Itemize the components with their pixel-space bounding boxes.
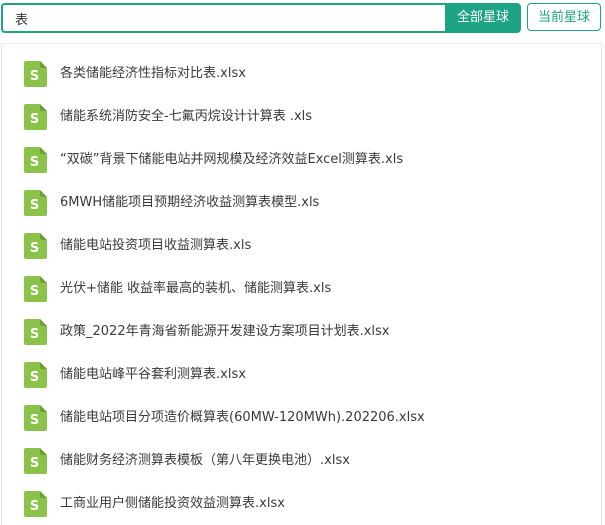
search-results-panel: S 各类储能经济性指标对比表.xlsx S 储能系统消防安全-七氟丙烷设计计算表 .x… bbox=[1, 43, 602, 525]
search-result-item[interactable]: S 光伏+储能 收益率最高的装机、储能测算表.xls bbox=[24, 275, 331, 303]
search-result-item[interactable]: S 储能电站项目分项造价概算表(60MW-120MWh).202206.xlsx bbox=[24, 404, 425, 432]
search-bar: 全部星球 当前星球 bbox=[0, 0, 605, 38]
sheet-file-icon: S bbox=[24, 104, 47, 130]
svg-text:S: S bbox=[30, 456, 39, 471]
search-result-item[interactable]: S 各类储能经济性指标对比表.xlsx bbox=[24, 60, 246, 88]
sheet-file-icon: S bbox=[24, 233, 47, 259]
svg-text:S: S bbox=[30, 155, 39, 170]
search-result-item[interactable]: S 6MWH储能项目预期经济收益测算表模型.xls bbox=[24, 189, 319, 217]
sheet-file-icon: S bbox=[24, 362, 47, 388]
file-name-label: 储能电站项目分项造价概算表(60MW-120MWh).202206.xlsx bbox=[60, 410, 425, 425]
search-all-planets-button[interactable]: 全部星球 bbox=[445, 3, 521, 33]
sheet-file-icon: S bbox=[24, 147, 47, 173]
file-name-label: 储能系统消防安全-七氟丙烷设计计算表 .xls bbox=[60, 109, 313, 124]
svg-text:S: S bbox=[30, 370, 39, 385]
svg-text:S: S bbox=[30, 327, 39, 342]
sheet-file-icon: S bbox=[24, 61, 47, 87]
file-name-label: 政策_2022年青海省新能源开发建设方案项目计划表.xlsx bbox=[60, 324, 390, 339]
sheet-file-icon: S bbox=[24, 448, 47, 474]
sheet-file-icon: S bbox=[24, 276, 47, 302]
file-name-label: 6MWH储能项目预期经济收益测算表模型.xls bbox=[60, 195, 320, 210]
svg-text:S: S bbox=[30, 198, 39, 213]
search-current-planet-button[interactable]: 当前星球 bbox=[527, 3, 601, 31]
svg-text:S: S bbox=[30, 413, 39, 428]
file-name-label: “双碳”背景下储能电站并网规模及经济效益Excel测算表.xls bbox=[60, 152, 404, 167]
svg-text:S: S bbox=[30, 69, 39, 84]
search-result-item[interactable]: S 储能财务经济测算表模板（第八年更换电池）.xlsx bbox=[24, 447, 350, 475]
search-result-item[interactable]: S 储能系统消防安全-七氟丙烷设计计算表 .xls bbox=[24, 103, 312, 131]
sheet-file-icon: S bbox=[24, 405, 47, 431]
file-name-label: 储能电站投资项目收益测算表.xls bbox=[60, 238, 252, 253]
svg-text:S: S bbox=[30, 241, 39, 256]
file-name-label: 储能电站峰平谷套利测算表.xlsx bbox=[60, 367, 246, 382]
file-name-label: 光伏+储能 收益率最高的装机、储能测算表.xls bbox=[60, 281, 332, 296]
search-result-item[interactable]: S 工商业用户侧储能投资效益测算表.xlsx bbox=[24, 490, 285, 518]
search-result-item[interactable]: S 储能电站峰平谷套利测算表.xlsx bbox=[24, 361, 246, 389]
svg-text:S: S bbox=[30, 112, 39, 127]
search-result-item[interactable]: S 储能电站投资项目收益测算表.xls bbox=[24, 232, 251, 260]
svg-text:S: S bbox=[30, 284, 39, 299]
svg-text:S: S bbox=[30, 499, 39, 514]
sheet-file-icon: S bbox=[24, 319, 47, 345]
search-result-item[interactable]: S 政策_2022年青海省新能源开发建设方案项目计划表.xlsx bbox=[24, 318, 390, 346]
sheet-file-icon: S bbox=[24, 491, 47, 517]
search-result-item[interactable]: S “双碳”背景下储能电站并网规模及经济效益Excel测算表.xls bbox=[24, 146, 403, 174]
file-name-label: 工商业用户侧储能投资效益测算表.xlsx bbox=[60, 496, 285, 511]
sheet-file-icon: S bbox=[24, 190, 47, 216]
search-input[interactable] bbox=[1, 3, 456, 33]
file-name-label: 各类储能经济性指标对比表.xlsx bbox=[60, 66, 246, 81]
file-name-label: 储能财务经济测算表模板（第八年更换电池）.xlsx bbox=[60, 453, 350, 468]
